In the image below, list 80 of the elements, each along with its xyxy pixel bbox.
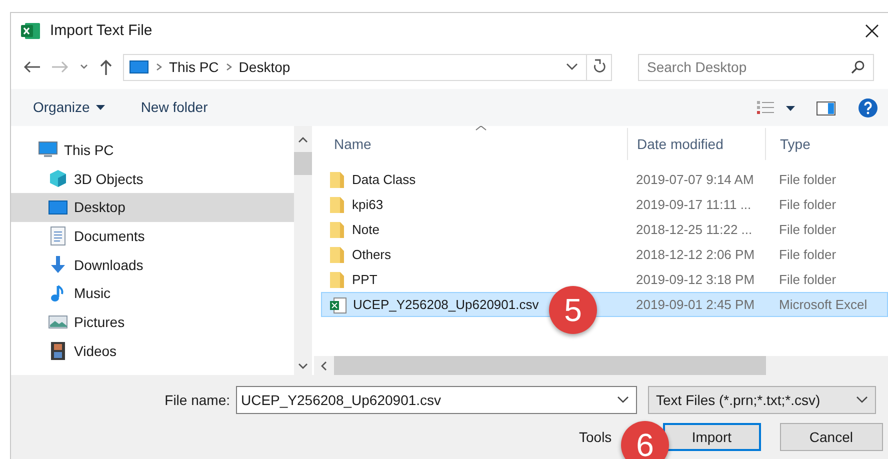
- column-header[interactable]: Type: [765, 128, 888, 160]
- date-modified: 2018-12-25 11:22 ...: [635, 220, 754, 239]
- import-button[interactable]: Import: [662, 423, 761, 451]
- address-bar[interactable]: This PC Desktop: [123, 54, 612, 80]
- scrollbar-thumb[interactable]: [294, 152, 312, 175]
- date-modified: 2019-09-01 2:45 PM: [635, 296, 756, 314]
- column-header[interactable]: Date modified: [627, 128, 765, 160]
- chevron-right-icon: [226, 63, 232, 71]
- file-type: File folder: [778, 220, 836, 239]
- date-modified: 2019-09-12 3:18 PM: [635, 270, 756, 289]
- chevron-up-icon[interactable]: [298, 136, 308, 144]
- date-modified: 2019-07-07 9:14 AM: [635, 170, 755, 189]
- new-folder-button[interactable]: New folder: [140, 97, 208, 118]
- field-label: File name:: [164, 390, 230, 410]
- chevron-down-icon[interactable]: [617, 396, 629, 404]
- folder-icon: [329, 246, 345, 264]
- folder-icon: [329, 270, 345, 288]
- sidebar-item[interactable]: Documents: [11, 222, 294, 251]
- help-icon[interactable]: [858, 98, 878, 118]
- sidebar-item[interactable]: Videos: [11, 336, 294, 366]
- breadcrumb[interactable]: This PC: [169, 56, 219, 78]
- up-arrow-icon[interactable]: [99, 59, 113, 75]
- caret-down-icon: [96, 104, 105, 110]
- file-row[interactable]: Others 2018-12-12 2:06 PM File folder: [321, 242, 888, 267]
- file-name-field[interactable]: UCEP_Y256208_Up620901.csv: [236, 386, 637, 414]
- cube-icon: [48, 169, 68, 190]
- file-name: Others: [352, 246, 392, 264]
- window-title: Import Text File: [50, 20, 152, 41]
- file-type: File folder: [778, 246, 836, 264]
- chevron-right-icon: [156, 63, 162, 71]
- cancel-button[interactable]: Cancel: [780, 423, 883, 451]
- file-name: UCEP_Y256208_Up620901.csv: [353, 296, 539, 314]
- file-row[interactable]: kpi63 2019-09-17 11:11 ... File folder: [321, 192, 888, 217]
- file-name: Data Class: [352, 170, 416, 189]
- chevron-down-icon[interactable]: [564, 62, 580, 72]
- organize-menu[interactable]: Organize: [31, 97, 107, 118]
- chevron-down-icon[interactable]: [298, 362, 308, 370]
- step-badge: 5: [549, 286, 597, 334]
- sidebar-item[interactable]: Pictures: [11, 308, 294, 337]
- file-type: File folder: [778, 170, 836, 189]
- date-modified: 2019-09-17 11:11 ...: [635, 196, 752, 214]
- breadcrumb[interactable]: Desktop: [238, 56, 290, 78]
- file-name: Note: [352, 220, 380, 239]
- document-icon: [48, 226, 68, 246]
- sidebar-item[interactable]: Downloads: [11, 250, 294, 280]
- sidebar-item[interactable]: Music: [11, 279, 294, 308]
- horizontal-scrollbar[interactable]: [314, 356, 888, 375]
- preview-pane-icon[interactable]: [816, 100, 836, 116]
- folder-icon: [329, 170, 345, 188]
- file-type-dropdown[interactable]: Text Files (*.prn;*.txt;*.csv): [648, 386, 876, 414]
- back-arrow-icon[interactable]: [23, 60, 41, 74]
- spreadsheet-app-icon: [21, 22, 41, 40]
- tools-menu[interactable]: Tools: [579, 426, 612, 448]
- folder-icon: [329, 196, 345, 214]
- sidebar-item[interactable]: This PC: [11, 136, 294, 165]
- chevron-down-icon: [856, 396, 868, 404]
- file-type: File folder: [778, 196, 836, 214]
- column-header[interactable]: Name: [321, 128, 627, 160]
- file-name: kpi63: [352, 196, 384, 214]
- desktop-icon: [129, 59, 149, 75]
- view-options-icon[interactable]: [756, 100, 796, 116]
- chevron-left-icon[interactable]: [320, 360, 328, 370]
- search-field[interactable]: Search Desktop: [638, 54, 874, 80]
- spreadsheet-file-icon: [329, 296, 347, 314]
- scrollbar-thumb[interactable]: [334, 356, 766, 375]
- film-icon: [48, 341, 68, 362]
- sidebar-item[interactable]: Desktop: [11, 193, 294, 222]
- search-icon: [851, 60, 865, 74]
- file-row[interactable]: Note 2018-12-25 11:22 ... File folder: [321, 217, 888, 242]
- file-row[interactable]: Data Class 2019-07-07 9:14 AM File folder: [321, 167, 888, 192]
- download-arrow-icon: [48, 255, 68, 276]
- sidebar-item[interactable]: 3D Objects: [11, 164, 294, 194]
- date-modified: 2018-12-12 2:06 PM: [635, 246, 756, 264]
- file-type: File folder: [778, 270, 836, 289]
- chevron-down-icon[interactable]: [79, 63, 89, 71]
- file-type: Microsoft Excel: [778, 296, 868, 314]
- close-icon[interactable]: [864, 23, 880, 39]
- folder-icon: [329, 220, 345, 238]
- vertical-scrollbar[interactable]: [294, 126, 312, 375]
- file-name: PPT: [352, 270, 378, 289]
